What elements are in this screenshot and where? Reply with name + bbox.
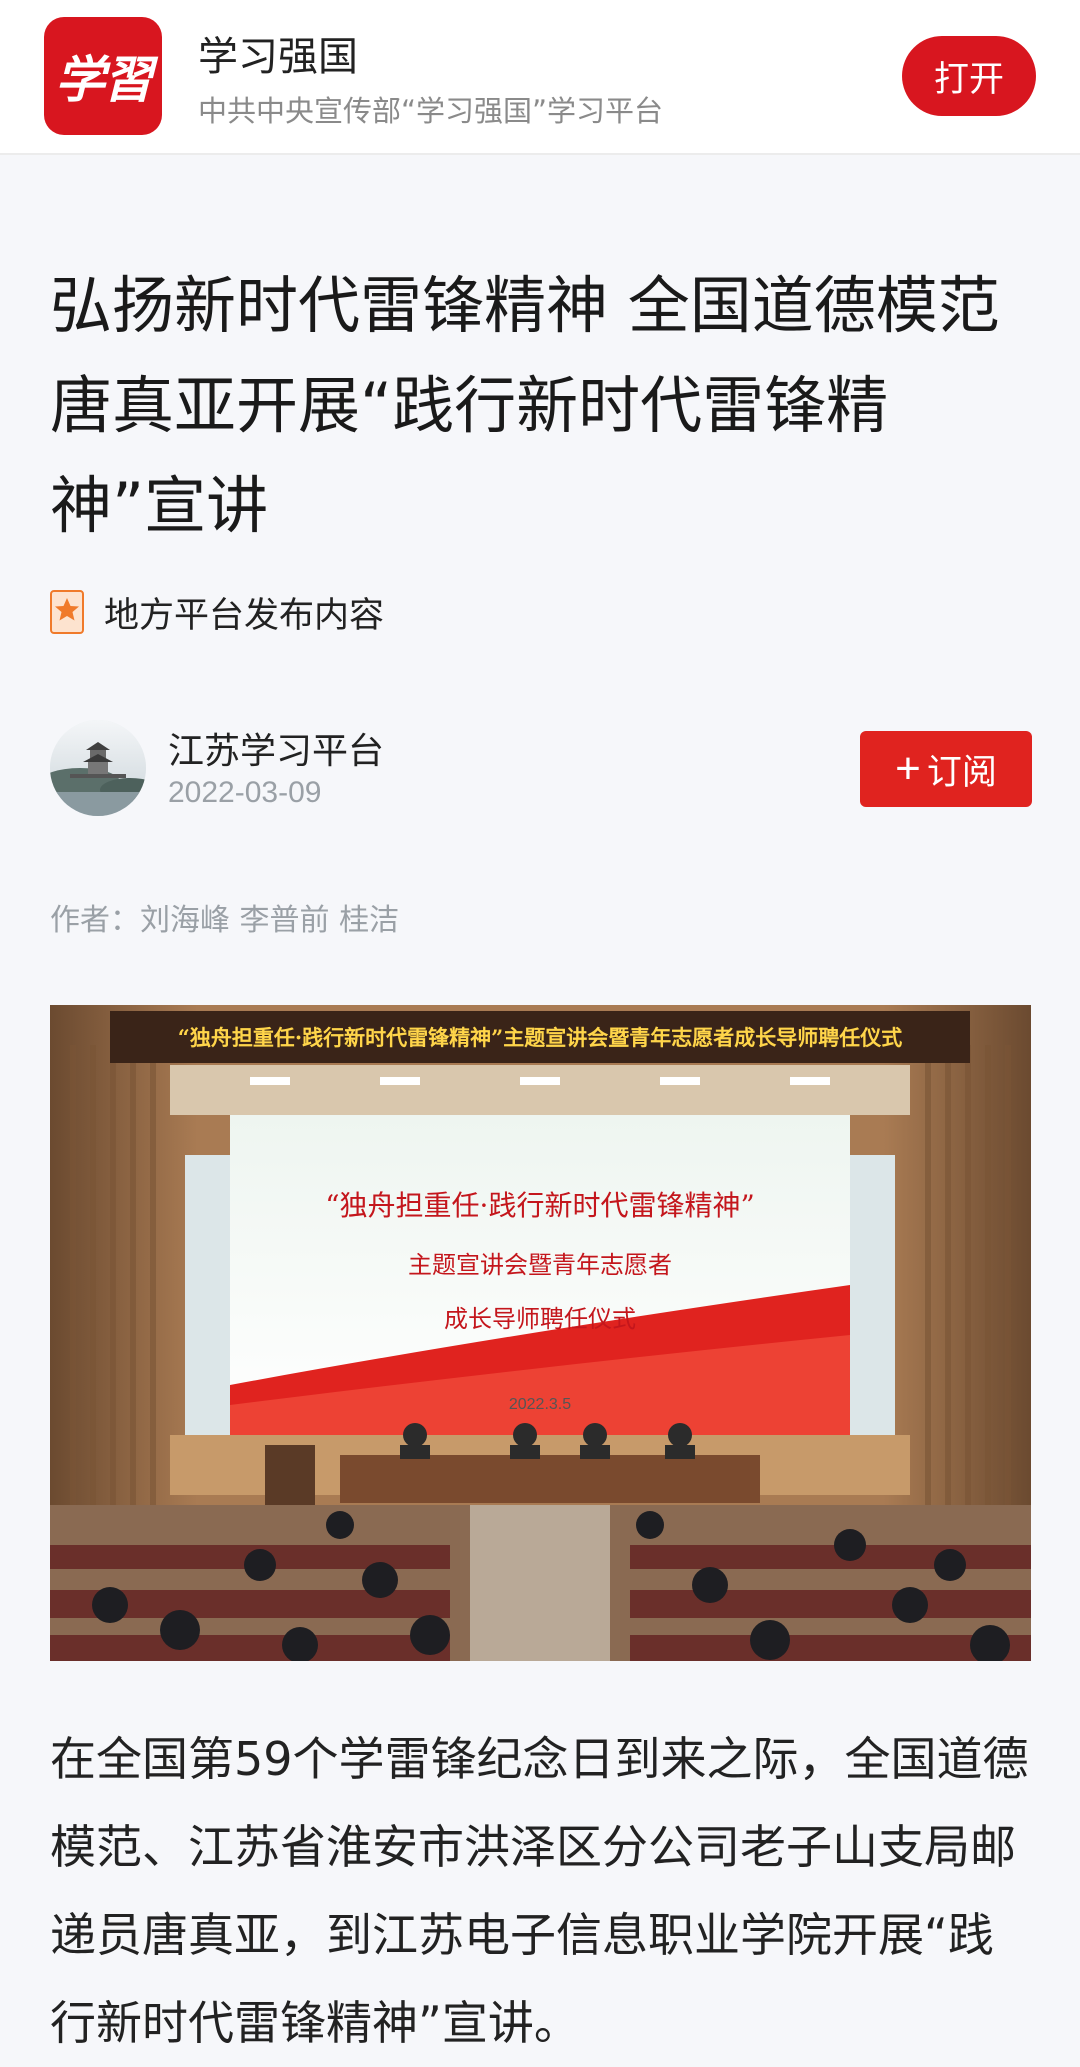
app-name: 学习强国	[198, 34, 358, 80]
bookmark-star-icon	[50, 590, 84, 634]
banner-text: “独舟担重任·践行新时代雷锋精神”主题宣讲会暨青年志愿者成长导师聘任仪式	[178, 1025, 902, 1050]
app-subtitle: 中共中央宣传部“学习强国”学习平台	[198, 94, 664, 128]
app-banner: 学習 学习强国 中共中央宣传部“学习强国”学习平台 打开	[0, 0, 1080, 155]
article-photo[interactable]: “独舟担重任·践行新时代雷锋精神”主题宣讲会暨青年志愿者成长导师聘任仪式 “独舟…	[50, 1005, 1031, 1661]
screen-line3: 成长导师聘任仪式	[444, 1305, 636, 1333]
screen-line2: 主题宣讲会暨青年志愿者	[408, 1251, 672, 1279]
subscribe-button[interactable]: + 订阅	[860, 731, 1032, 807]
screen-line1: “独舟担重任·践行新时代雷锋精神”	[325, 1189, 755, 1222]
publish-date: 2022-03-09	[168, 776, 322, 809]
app-logo: 学習	[44, 17, 162, 135]
plus-icon: +	[895, 744, 921, 793]
author-byline: 作者：刘海峰 李普前 桂洁	[50, 903, 400, 938]
open-app-button[interactable]: 打开	[902, 36, 1036, 116]
channel-name[interactable]: 江苏学习平台	[168, 722, 384, 774]
subscribe-label: 订阅	[926, 752, 997, 792]
article-title: 弘扬新时代雷锋精神 全国道德模范唐真亚开展“践行新时代雷锋精神”宣讲	[50, 269, 1000, 542]
source-tag: 地方平台发布内容	[50, 588, 384, 636]
article-body: 在全国第59个学雷锋纪念日到来之际，全国道德模范、江苏省淮安市洪泽区分公司老子山…	[50, 1732, 1029, 2050]
channel-avatar[interactable]	[50, 720, 146, 816]
screen-date: 2022.3.5	[509, 1396, 571, 1413]
source-tag-label: 地方平台发布内容	[104, 595, 385, 636]
channel-row: 江苏学习平台 2022-03-09 + 订阅	[50, 720, 1032, 820]
